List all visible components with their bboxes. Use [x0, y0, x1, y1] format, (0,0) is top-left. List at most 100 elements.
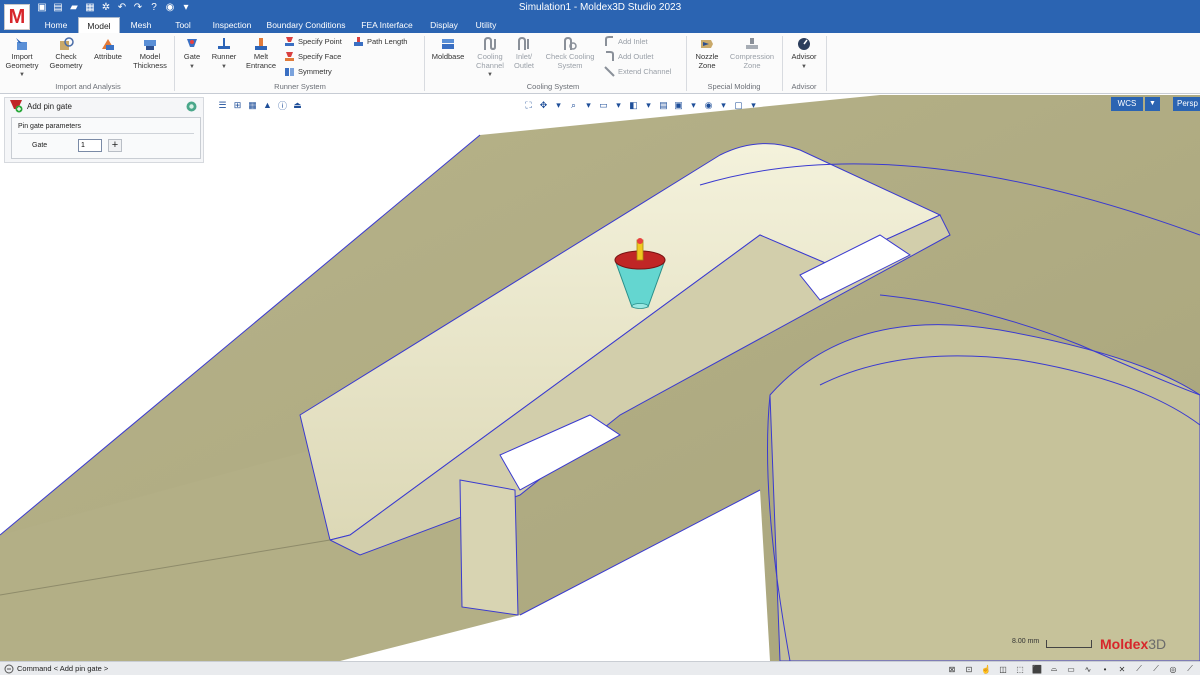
target-icon[interactable]: ◎ [1167, 663, 1179, 675]
add-inlet-button[interactable]: Add Inlet [604, 36, 648, 47]
chevron-down-icon[interactable]: ▾ [552, 99, 565, 112]
melt-entrance-button[interactable]: Melt Entrance [243, 37, 279, 70]
open-folder-icon[interactable]: ▰ [68, 2, 80, 14]
save-as-icon[interactable]: ▤ [52, 2, 64, 14]
slash-icon[interactable]: ⟋ [1150, 663, 1162, 675]
symmetry-button[interactable]: Symmetry [284, 66, 332, 77]
projection-button[interactable]: Persp [1173, 97, 1200, 111]
curve-select-icon[interactable]: ∿ [1082, 663, 1094, 675]
tab-utility[interactable]: Utility [468, 17, 504, 33]
info-icon[interactable]: ⓘ [276, 99, 289, 112]
path-length-icon [354, 37, 363, 46]
page-icon[interactable]: ▤ [657, 99, 670, 112]
chevron-down-icon[interactable]: ▾ [747, 99, 760, 112]
tab-tool[interactable]: Tool [164, 17, 202, 33]
add-outlet-button[interactable]: Add Outlet [604, 51, 653, 62]
3d-viewport[interactable] [0, 95, 1200, 661]
select-all-icon[interactable]: ⊠ [946, 663, 958, 675]
check-cooling-system-icon [564, 37, 577, 50]
part-model[interactable] [0, 95, 1200, 661]
pin-gate-icon [10, 100, 23, 113]
moldbase-button[interactable]: Moldbase [428, 37, 468, 62]
inlet-outlet-button[interactable]: Inlet/ Outlet [510, 37, 538, 70]
check-cooling-system-button[interactable]: Check Cooling System [542, 37, 598, 70]
fit-view-icon[interactable]: ⛶ [522, 99, 535, 112]
line-select-icon[interactable]: ▭ [1065, 663, 1077, 675]
chevron-down-icon[interactable]: ▾ [717, 99, 730, 112]
wcs-button[interactable]: WCS [1111, 97, 1143, 111]
inlet-outlet-icon [518, 37, 529, 50]
face-select-icon[interactable]: ⬚ [1014, 663, 1026, 675]
apply-icon[interactable] [186, 101, 197, 112]
tab-display[interactable]: Display [424, 17, 464, 33]
cone-icon[interactable]: ⏏ [291, 99, 304, 112]
nozzle-zone-button[interactable]: Nozzle Zone [690, 37, 724, 70]
pan-icon[interactable]: ✥ [537, 99, 550, 112]
runner-icon [218, 38, 230, 49]
window-icon[interactable]: ▢ [732, 99, 745, 112]
gate-number-input[interactable] [78, 139, 102, 152]
model-thickness-label-2: Thickness [133, 60, 167, 70]
cube-icon[interactable]: ◧ [627, 99, 640, 112]
node-icon[interactable]: ◫ [997, 663, 1009, 675]
moldex3d-window: ▣ ▤ ▰ ▦ ✲ ↶ ↷ ? ◉ ▾ Simulation1 - Moldex… [0, 0, 1200, 675]
tab-fea-interface[interactable]: FEA Interface [354, 17, 420, 33]
edge-select-icon[interactable]: ⌓ [1048, 663, 1060, 675]
help-icon[interactable]: ? [148, 2, 160, 14]
section-divider [18, 133, 194, 134]
wcs-dropdown[interactable]: ▼ [1145, 97, 1160, 111]
gate-button[interactable]: Gate ▼ [178, 37, 206, 71]
check-geometry-button[interactable]: Check Geometry [47, 37, 85, 70]
compression-zone-button[interactable]: Compression Zone [726, 37, 778, 70]
list-icon[interactable]: ☰ [216, 99, 229, 112]
tab-inspection[interactable]: Inspection [206, 17, 258, 33]
chevron-down-icon[interactable]: ▾ [642, 99, 655, 112]
add-gate-button[interactable]: + [108, 139, 122, 152]
tree-icon[interactable]: ⊞ [231, 99, 244, 112]
axis-icon[interactable]: ✕ [1116, 663, 1128, 675]
zoom-icon[interactable]: ⌕ [567, 99, 580, 112]
advisor-button[interactable]: Advisor ▼ [786, 37, 822, 71]
tab-model[interactable]: Model [78, 17, 120, 33]
all-icon[interactable]: ▣ [672, 99, 685, 112]
eye-icon[interactable]: ◉ [702, 99, 715, 112]
search-file-icon[interactable]: ▦ [84, 2, 96, 14]
cooling-channel-button[interactable]: Cooling Channel ▼ [472, 37, 508, 80]
inlet-outlet-label-2: Outlet [513, 60, 534, 70]
tab-boundary-conditions[interactable]: Boundary Conditions [262, 17, 350, 33]
save-icon[interactable]: ▣ [36, 2, 48, 14]
camera-icon[interactable]: ◉ [164, 2, 176, 14]
specify-point-button[interactable]: Specify Point [284, 36, 342, 47]
pointer-icon[interactable]: ☝ [980, 663, 992, 675]
mesh-icon[interactable]: ▦ [246, 99, 259, 112]
tab-mesh[interactable]: Mesh [122, 17, 160, 33]
scale-label: 8.00 mm [1012, 638, 1040, 645]
redo-icon[interactable]: ↷ [132, 2, 144, 14]
extend-channel-button[interactable]: Extend Channel [604, 66, 671, 77]
tab-home[interactable]: Home [36, 17, 76, 33]
model-thickness-button[interactable]: Model Thickness [130, 37, 170, 70]
import-geometry-button[interactable]: Import Geometry ▼ [3, 37, 41, 80]
select-box-icon[interactable]: ⊡ [963, 663, 975, 675]
chevron-down-icon[interactable]: ▾ [612, 99, 625, 112]
triangle-icon[interactable]: ▲ [261, 99, 274, 112]
view-box-icon[interactable]: ▭ [597, 99, 610, 112]
specify-face-button[interactable]: Specify Face [284, 51, 341, 62]
path-length-label: Path Length [367, 37, 408, 46]
diagonal-icon[interactable]: ⟋ [1133, 663, 1145, 675]
app-logo[interactable]: M [4, 4, 30, 30]
attribute-button[interactable]: Attribute [90, 37, 126, 62]
diagonal-line-icon[interactable]: ⟋ [1184, 663, 1196, 675]
path-length-button[interactable]: Path Length [353, 36, 407, 47]
check-geometry-label-2: Geometry [49, 60, 83, 70]
settings-icon[interactable]: ✲ [100, 2, 112, 14]
chevron-down-icon[interactable]: ▾ [687, 99, 700, 112]
point-select-icon[interactable]: • [1099, 663, 1111, 675]
solid-select-icon[interactable]: ⬛ [1031, 663, 1043, 675]
more-icon[interactable]: ▾ [180, 2, 192, 14]
display-toolbar: ☰ ⊞ ▦ ▲ ⓘ ⏏ [216, 97, 304, 113]
chevron-down-icon[interactable]: ▾ [582, 99, 595, 112]
cooling-channel-icon [484, 37, 496, 51]
runner-button[interactable]: Runner ▼ [208, 37, 240, 71]
undo-icon[interactable]: ↶ [116, 2, 128, 14]
